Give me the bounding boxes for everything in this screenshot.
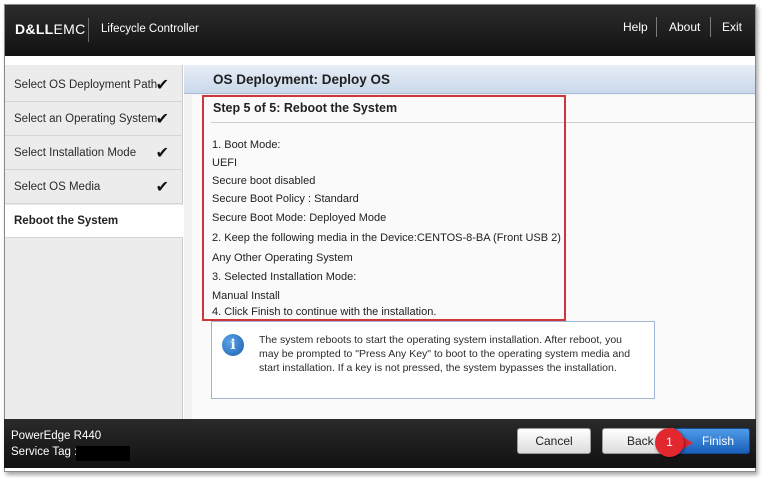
about-link[interactable]: About [669,20,700,34]
service-tag-value-redacted [76,446,130,461]
service-tag-label: Service Tag : [11,446,78,458]
sidebar-item-label: Select OS Deployment Path [14,79,158,91]
checkmark-icon: ✔ [155,145,169,162]
bottom-footer: PowerEdge R440 Service Tag : Cancel Back… [4,419,756,468]
page-title-bar: OS Deployment: Deploy OS [184,65,755,94]
sidebar-item-reboot-the-system[interactable]: Reboot the System [5,205,183,238]
checkmark-icon: ✔ [155,179,169,196]
top-header: D&LLEMC Lifecycle Controller Help About … [5,5,755,56]
header-link-divider [656,17,657,37]
header-divider [88,18,89,42]
logo-suffix: EMC [53,21,86,37]
page-title: OS Deployment: Deploy OS [213,72,391,87]
sidebar-item-label: Reboot the System [14,215,119,227]
checkmark-icon: ✔ [155,111,169,128]
sidebar-item-select-installation-mode[interactable]: Select Installation Mode ✔ [5,137,183,170]
server-model: PowerEdge R440 [11,430,102,442]
dell-emc-logo: D&LLEMC [15,21,86,37]
sidebar-item-select-os-deployment-path[interactable]: Select OS Deployment Path ✔ [5,69,183,102]
cancel-button[interactable]: Cancel [517,428,591,454]
help-link[interactable]: Help [623,20,648,34]
checkmark-icon: ✔ [155,77,169,94]
wizard-steps-sidebar: Select OS Deployment Path ✔ Select an Op… [5,65,183,423]
logo-brand: D&LL [15,21,54,37]
app-title: Lifecycle Controller [101,23,199,35]
screenshot-frame: D&LLEMC Lifecycle Controller Help About … [0,0,766,478]
info-icon: i [222,334,244,356]
info-message-text: The system reboots to start the operatin… [259,334,631,374]
sidebar-item-label: Select OS Media [14,181,101,193]
exit-link[interactable]: Exit [722,20,742,34]
info-message-box: i The system reboots to start the operat… [211,321,655,399]
sidebar-item-label: Select an Operating System [14,113,158,125]
sidebar-item-label: Select Installation Mode [14,147,137,159]
header-link-divider [710,17,711,37]
sidebar-item-select-operating-system[interactable]: Select an Operating System ✔ [5,103,183,136]
red-highlight-box [202,95,566,321]
sidebar-item-select-os-media[interactable]: Select OS Media ✔ [5,171,183,204]
callout-badge: 1 [655,428,684,457]
